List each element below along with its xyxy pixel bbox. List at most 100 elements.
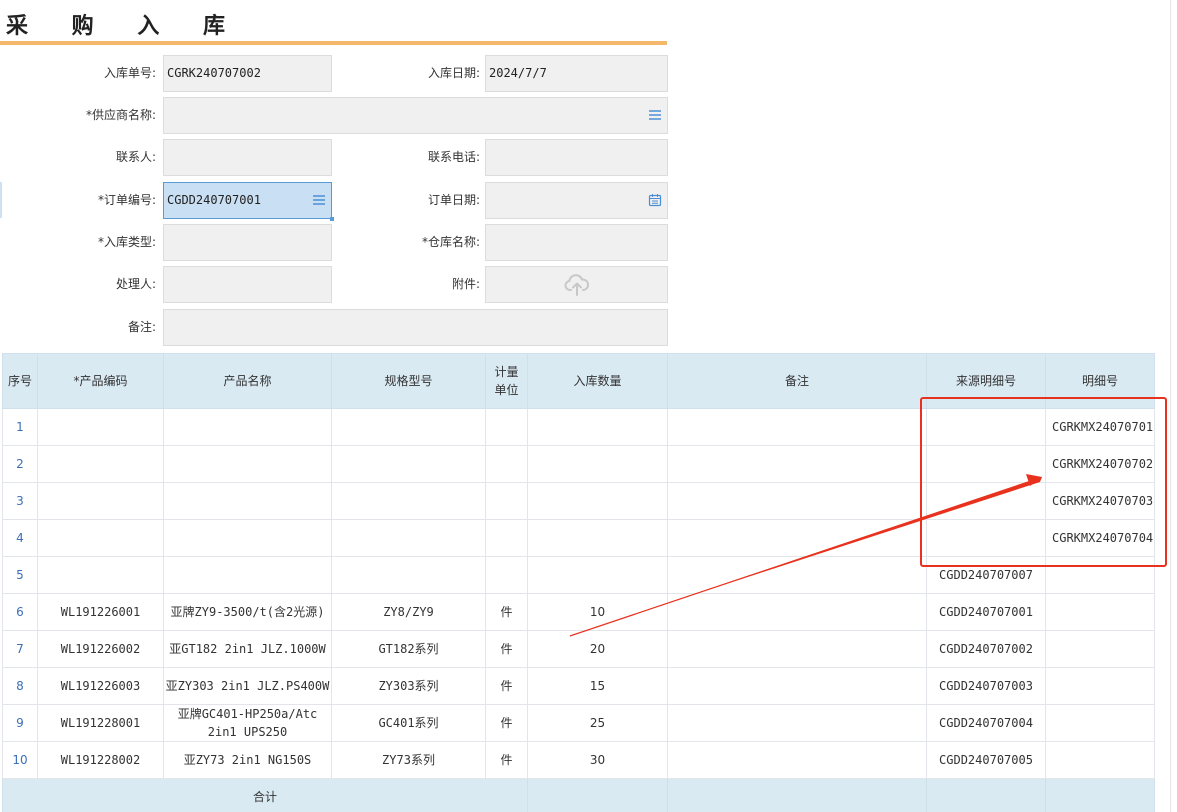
order-date-field[interactable] — [485, 182, 668, 219]
table-row[interactable]: 9 WL191228001 亚牌GC401-HP250a/Atc 2in1 UPS2… — [2, 704, 1155, 742]
product-name[interactable]: 亚ZY73 2in1 NG150S — [163, 741, 332, 779]
unit[interactable]: 件 — [485, 741, 528, 779]
contact-field[interactable] — [163, 139, 332, 176]
spec-model[interactable] — [331, 556, 486, 594]
table-row[interactable]: 6 WL191226001 亚牌ZY9-3500/t(含2光源) ZY8/ZY9 件 10… — [2, 593, 1155, 631]
source-detail-no[interactable]: CGDD240707003 — [926, 667, 1046, 705]
source-detail-no[interactable]: CGDD240707001 — [926, 593, 1046, 631]
product-name[interactable] — [163, 482, 332, 520]
unit[interactable] — [485, 519, 528, 557]
detail-no[interactable] — [1045, 593, 1155, 631]
source-detail-no[interactable]: CGDD240707004 — [926, 704, 1046, 742]
source-detail-no[interactable]: CGDD240707002 — [926, 630, 1046, 668]
resize-handle[interactable] — [330, 217, 334, 221]
product-code[interactable] — [37, 445, 164, 483]
quantity[interactable] — [527, 556, 668, 594]
row-seq[interactable]: 7 — [2, 630, 38, 668]
row-remark[interactable] — [667, 445, 927, 483]
row-seq[interactable]: 3 — [2, 482, 38, 520]
row-remark[interactable] — [667, 667, 927, 705]
quantity[interactable] — [527, 482, 668, 520]
quantity[interactable]: 30 — [527, 741, 668, 779]
row-seq[interactable]: 6 — [2, 593, 38, 631]
table-row[interactable]: 8 WL191226003 亚ZY303 2in1 JLZ.PS400W ZY303系… — [2, 667, 1155, 705]
row-remark[interactable] — [667, 482, 927, 520]
cloud-upload-icon[interactable] — [564, 273, 590, 297]
spec-model[interactable] — [331, 482, 486, 520]
list-icon[interactable] — [312, 193, 326, 207]
spec-model[interactable] — [331, 408, 486, 446]
row-seq[interactable]: 8 — [2, 667, 38, 705]
unit[interactable]: 件 — [485, 704, 528, 742]
unit[interactable] — [485, 408, 528, 446]
spec-model[interactable]: GT182系列 — [331, 630, 486, 668]
detail-no[interactable] — [1045, 630, 1155, 668]
product-code[interactable] — [37, 482, 164, 520]
row-seq[interactable]: 1 — [2, 408, 38, 446]
order-no-field[interactable]: CGDD240707001 — [163, 182, 334, 221]
row-seq[interactable]: 9 — [2, 704, 38, 742]
product-code[interactable] — [37, 408, 164, 446]
unit[interactable]: 件 — [485, 667, 528, 705]
calendar-icon[interactable] — [648, 193, 662, 207]
quantity[interactable]: 25 — [527, 704, 668, 742]
product-code[interactable] — [37, 556, 164, 594]
row-seq[interactable]: 4 — [2, 519, 38, 557]
spec-model[interactable] — [331, 519, 486, 557]
spec-model[interactable]: ZY303系列 — [331, 667, 486, 705]
spec-model[interactable] — [331, 445, 486, 483]
spec-model[interactable]: ZY8/ZY9 — [331, 593, 486, 631]
inbound-date-field[interactable]: 2024/7/7 — [485, 55, 668, 92]
remark-field[interactable] — [163, 309, 668, 346]
detail-no[interactable] — [1045, 704, 1155, 742]
unit[interactable]: 件 — [485, 593, 528, 631]
detail-no[interactable] — [1045, 741, 1155, 779]
unit[interactable] — [485, 445, 528, 483]
product-name[interactable] — [163, 408, 332, 446]
quantity[interactable] — [527, 445, 668, 483]
row-remark[interactable] — [667, 741, 927, 779]
row-remark[interactable] — [667, 556, 927, 594]
warehouse-field[interactable] — [485, 224, 668, 261]
row-remark[interactable] — [667, 593, 927, 631]
product-name[interactable] — [163, 519, 332, 557]
phone-field[interactable] — [485, 139, 668, 176]
quantity[interactable] — [527, 408, 668, 446]
table-row[interactable]: 10 WL191228002 亚ZY73 2in1 NG150S ZY73系列件 30 C… — [2, 741, 1155, 779]
product-name[interactable]: 亚牌ZY9-3500/t(含2光源) — [163, 593, 332, 631]
product-code[interactable]: WL191226001 — [37, 593, 164, 631]
row-remark[interactable] — [667, 704, 927, 742]
product-name[interactable]: 亚GT182 2in1 JLZ.1000W — [163, 630, 332, 668]
unit[interactable] — [485, 482, 528, 520]
detail-no[interactable] — [1045, 667, 1155, 705]
table-row[interactable]: 7 WL191226002 亚GT182 2in1 JLZ.1000W GT182系列… — [2, 630, 1155, 668]
spec-model[interactable]: GC401系列 — [331, 704, 486, 742]
product-code[interactable]: WL191226002 — [37, 630, 164, 668]
inbound-type-field[interactable] — [163, 224, 332, 261]
spec-model[interactable]: ZY73系列 — [331, 741, 486, 779]
source-detail-no[interactable]: CGDD240707005 — [926, 741, 1046, 779]
row-seq[interactable]: 5 — [2, 556, 38, 594]
product-code[interactable]: WL191226003 — [37, 667, 164, 705]
handler-field[interactable] — [163, 266, 332, 303]
quantity[interactable]: 15 — [527, 667, 668, 705]
row-seq[interactable]: 2 — [2, 445, 38, 483]
list-icon[interactable] — [648, 108, 662, 122]
product-name[interactable]: 亚牌GC401-HP250a/Atc 2in1 UPS250 — [163, 704, 332, 742]
supplier-field[interactable] — [163, 97, 668, 134]
product-name[interactable] — [163, 445, 332, 483]
row-remark[interactable] — [667, 630, 927, 668]
unit[interactable] — [485, 556, 528, 594]
product-code[interactable]: WL191228002 — [37, 741, 164, 779]
quantity[interactable]: 10 — [527, 593, 668, 631]
quantity[interactable] — [527, 519, 668, 557]
row-seq[interactable]: 10 — [2, 741, 38, 779]
product-code[interactable]: WL191228001 — [37, 704, 164, 742]
unit[interactable]: 件 — [485, 630, 528, 668]
row-remark[interactable] — [667, 519, 927, 557]
product-name[interactable] — [163, 556, 332, 594]
row-remark[interactable] — [667, 408, 927, 446]
quantity[interactable]: 20 — [527, 630, 668, 668]
product-name[interactable]: 亚ZY303 2in1 JLZ.PS400W — [163, 667, 332, 705]
inbound-no-field[interactable]: CGRK240707002 — [163, 55, 332, 92]
